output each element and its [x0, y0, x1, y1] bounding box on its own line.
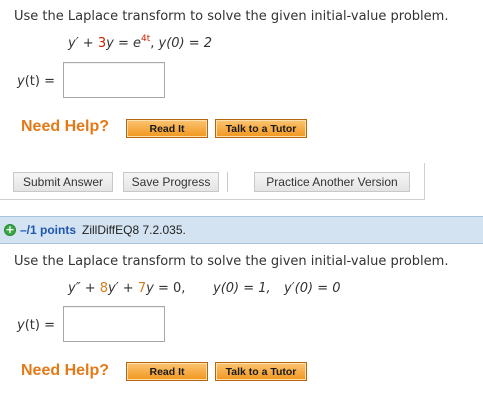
question2-answer-input[interactable] [63, 306, 165, 342]
action-bar-divider [424, 163, 425, 199]
action-bar-bottom-line [0, 199, 425, 200]
question2-answer-label: y(t) = [17, 318, 55, 333]
plus-circle-icon[interactable]: + [4, 224, 16, 236]
question2-initial-condition-1: y(0) = 1, [213, 281, 271, 296]
question2-read-it-button[interactable]: Read It [126, 362, 208, 381]
question1-read-it-button[interactable]: Read It [126, 119, 208, 138]
question1-answer-label: y(t) = [17, 74, 55, 89]
question2-id: ZillDiffEQ8 7.2.035. [82, 223, 186, 237]
question2-header-bar: + –/1 points ZillDiffEQ8 7.2.035. [0, 216, 483, 244]
question2-equation: y″ + 8y′ + 7y = 0, [68, 281, 186, 296]
question2-need-help: Need Help? [21, 362, 110, 379]
question2-points[interactable]: –/1 points [20, 223, 76, 237]
question2-talk-to-tutor-button[interactable]: Talk to a Tutor [215, 362, 307, 381]
practice-another-version-button[interactable]: Practice Another Version [254, 172, 410, 192]
action-separator [227, 172, 228, 192]
save-progress-button[interactable]: Save Progress [123, 172, 219, 192]
question1-talk-to-tutor-button[interactable]: Talk to a Tutor [215, 119, 307, 138]
question1-equation: y′ + 3y = e4t, y(0) = 2 [68, 34, 213, 52]
question1-answer-input[interactable] [63, 62, 165, 98]
submit-answer-button[interactable]: Submit Answer [13, 172, 113, 192]
question1-need-help: Need Help? [21, 118, 110, 135]
question2-initial-condition-2: y′(0) = 0 [284, 281, 341, 296]
question1-instruction: Use the Laplace transform to solve the g… [14, 9, 449, 24]
question2-instruction: Use the Laplace transform to solve the g… [14, 254, 449, 269]
